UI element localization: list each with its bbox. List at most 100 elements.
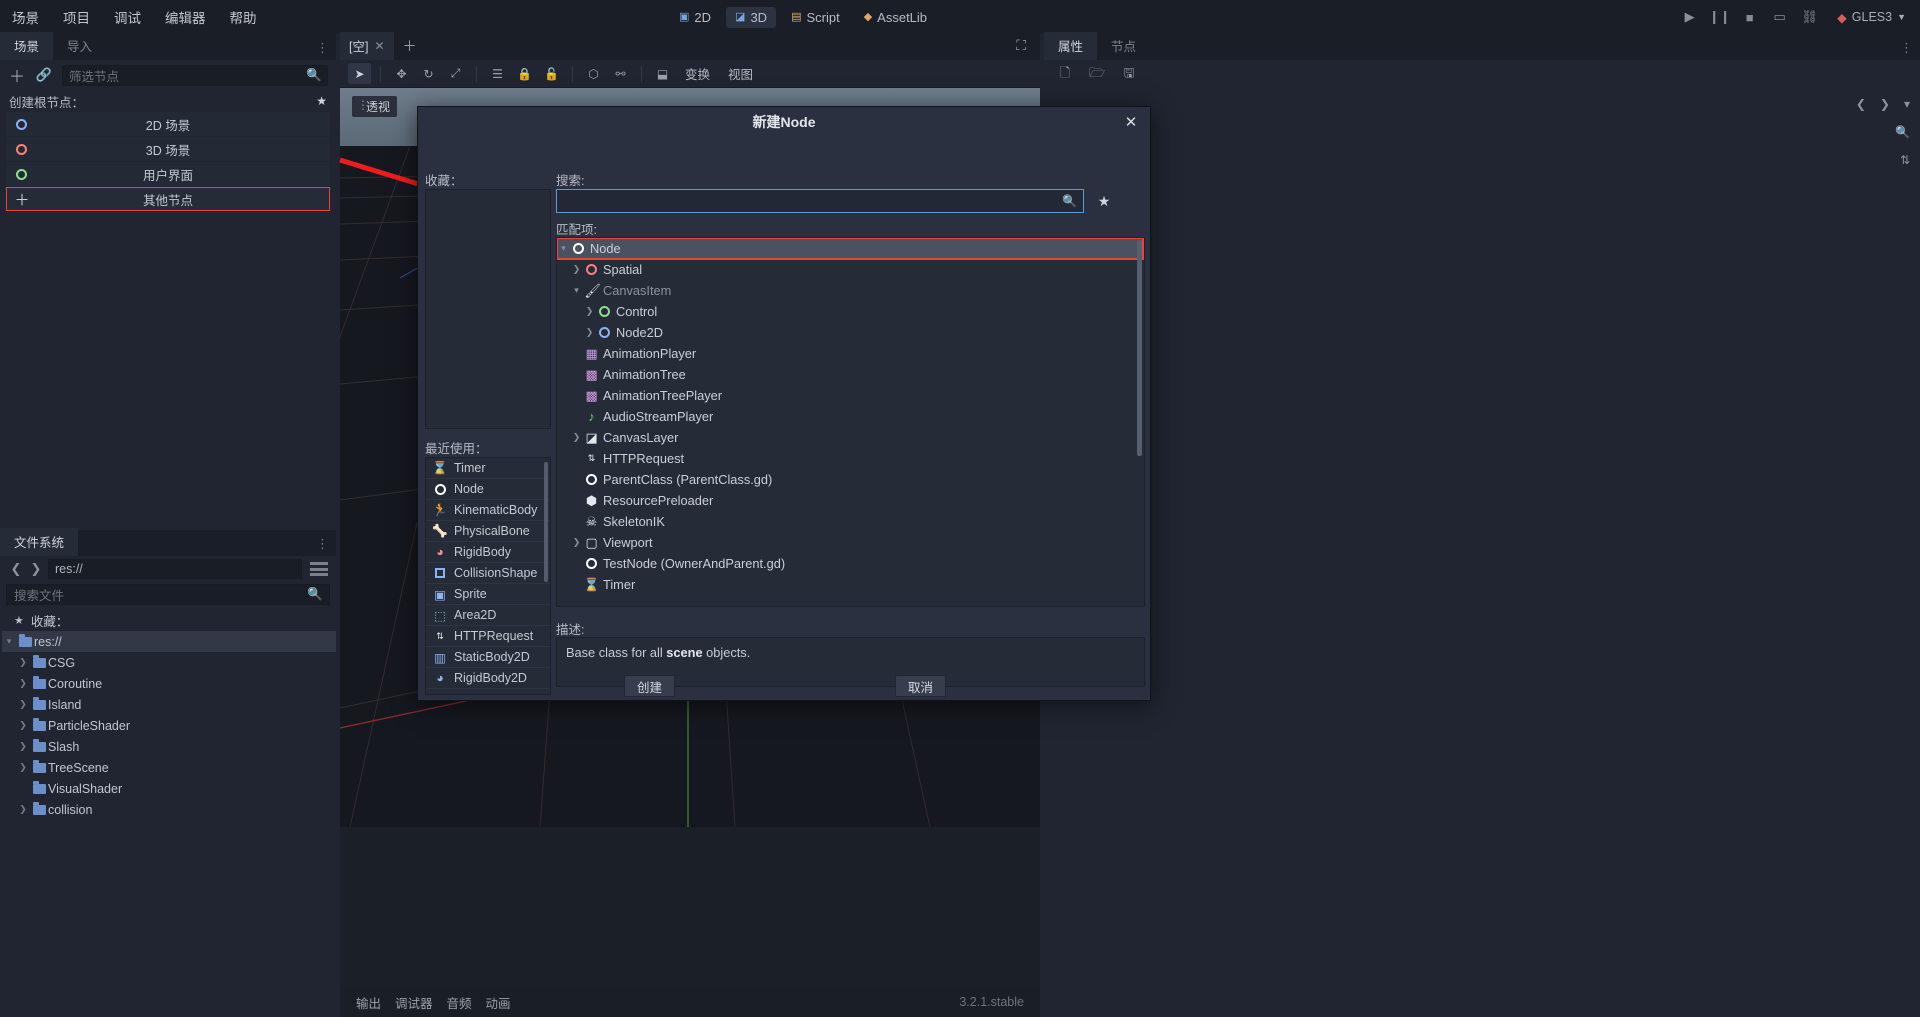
root-option-user-interface[interactable]: 用户界面 [6,162,330,186]
match-row-httprequest[interactable]: ⇅ HTTPRequest [557,448,1144,469]
plus-icon[interactable]: ＋ [8,66,26,86]
menu-help[interactable]: 帮助 [218,3,269,31]
match-row-parentclass[interactable]: ParentClass (ParentClass.gd) [557,469,1144,490]
snap-icon[interactable]: ⬓ [651,63,674,84]
create-button[interactable]: 创建 [623,675,675,697]
filter-nodes-input[interactable]: 筛选节点 🔍 [62,64,328,86]
link-icon[interactable]: 🔗 [35,66,53,84]
filesystem-row-collision[interactable]: ❯ collision [2,799,336,820]
chevron-right-icon[interactable]: ❯ [583,327,596,338]
match-row-timer[interactable]: ⌛ Timer [557,574,1144,595]
close-icon[interactable]: ✕ [1122,113,1140,131]
mode-script-button[interactable]: ▤ Script [782,7,849,28]
chevron-right-icon[interactable]: ❯ [16,741,30,752]
chevron-right-icon[interactable]: ❯ [570,537,583,548]
perspective-label[interactable]: 透视 [352,96,398,117]
lock-icon[interactable]: 🔒 [513,63,536,84]
list-icon[interactable]: ☰ [486,63,509,84]
renderer-selector[interactable]: ◆ GLES3 ▼ [1831,8,1912,27]
chevron-right-icon[interactable]: ❯ [1880,97,1890,111]
scene-tab-empty[interactable]: [空] ✕ [340,32,394,60]
filesystem-search-input[interactable]: 搜索文件 🔍 [6,584,330,605]
ungroup-icon[interactable]: ⚯ [609,63,632,84]
filesystem-row-csg[interactable]: ❯ CSG [2,652,336,673]
filesystem-row-coroutine[interactable]: ❯ Coroutine [2,673,336,694]
menu-project[interactable]: 项目 [51,3,102,31]
filesystem-row-particleshader[interactable]: ❯ ParticleShader [2,715,336,736]
search-input-wrapper[interactable]: 🔍 [556,189,1084,213]
group-icon[interactable]: ⬡ [582,63,605,84]
recent-item-httprequest[interactable]: ⇅ HTTPRequest [426,626,550,647]
recent-item-rigidbody[interactable]: ◕ RigidBody [426,542,550,563]
filesystem-dock-menu-icon[interactable]: ⋮ [316,536,330,552]
menu-editor[interactable]: 编辑器 [153,3,218,31]
history-icon[interactable]: ▾ [1904,97,1910,111]
recent-item-node[interactable]: Node [426,479,550,500]
chevron-down-icon[interactable]: ▾ [557,243,570,254]
match-row-testnode[interactable]: TestNode (OwnerAndParent.gd) [557,553,1144,574]
inspector-dock-menu-icon[interactable]: ⋮ [1900,40,1914,56]
chevron-down-icon[interactable]: ▾ [2,636,16,647]
link-icon[interactable]: ⛓ [1801,9,1818,26]
menu-scene[interactable]: 场景 [0,3,51,31]
chevron-right-icon[interactable]: ❯ [570,264,583,275]
chevron-right-icon[interactable]: ❯ [570,432,583,443]
mode-3d-button[interactable]: ◪ 3D [726,6,777,28]
star-icon[interactable]: ★ [316,94,327,108]
recent-item-area2d[interactable]: ⬚ Area2D [426,605,550,626]
match-row-control[interactable]: ❯ Control [557,301,1144,322]
back-icon[interactable]: ❮ [8,561,24,577]
tab-node[interactable]: 节点 [1097,32,1150,60]
scene-dock-menu-icon[interactable]: ⋮ [316,40,330,56]
chevron-right-icon[interactable]: ❯ [16,657,30,668]
root-option-2d-scene[interactable]: 2D 场景 [6,112,330,136]
close-icon[interactable]: ✕ [374,39,384,53]
filesystem-row-treescene[interactable]: ❯ TreeScene [2,757,336,778]
split-mode-icon[interactable] [310,562,328,576]
unlock-icon[interactable]: 🔓 [540,63,563,84]
match-row-spatial[interactable]: ❯ Spatial [557,259,1144,280]
open-folder-icon[interactable]: 🗁 [1088,65,1106,84]
match-row-canvasitem[interactable]: ▾ 🖌 CanvasItem [557,280,1144,301]
root-option-3d-scene[interactable]: 3D 场景 [6,137,330,161]
movie-icon[interactable]: ▭ [1771,9,1788,26]
sort-icon[interactable]: ⇅ [1900,153,1910,167]
star-icon[interactable]: ★ [1092,193,1116,210]
mode-2d-button[interactable]: ▣ 2D [670,7,720,28]
tab-filesystem[interactable]: 文件系统 [0,528,79,556]
filesystem-path[interactable]: res:// [48,559,302,579]
menu-debug[interactable]: 调试 [102,3,153,31]
recent-item-kinematicbody[interactable]: 🏃 KinematicBody [426,500,550,521]
add-scene-tab-button[interactable]: ＋ [394,32,426,60]
match-row-node[interactable]: ▾ Node [557,238,1144,260]
tab-output[interactable]: 输出 [356,993,381,1012]
matches-tree[interactable]: ▾ Node ❯ Spatial ▾ 🖌 CanvasItem ❯ Contro… [556,237,1145,607]
cancel-button[interactable]: 取消 [895,675,947,697]
recent-item-staticbody2d[interactable]: ▥ StaticBody2D [426,647,550,668]
recent-item-sprite[interactable]: ▣ Sprite [426,584,550,605]
match-row-animationplayer[interactable]: ▦ AnimationPlayer [557,343,1144,364]
match-row-viewport[interactable]: ❯ ▢ Viewport [557,532,1144,553]
recent-list-scrollbar[interactable] [544,462,548,582]
tab-animation[interactable]: 动画 [486,993,511,1012]
favorites-list[interactable] [425,189,551,429]
recent-item-timer[interactable]: ⌛ Timer [426,458,550,479]
recent-item-physicalbone[interactable]: 🦴 PhysicalBone [426,521,550,542]
stop-icon[interactable]: ■ [1741,9,1758,26]
move-icon[interactable]: ✥ [390,63,413,84]
tab-debugger[interactable]: 调试器 [395,993,433,1012]
chevron-left-icon[interactable]: ❮ [1856,97,1866,111]
filesystem-row-visualshader[interactable]: VisualShader [2,778,336,799]
chevron-right-icon[interactable]: ❯ [16,720,30,731]
match-row-canvaslayer[interactable]: ❯ ◪ CanvasLayer [557,427,1144,448]
tab-properties[interactable]: 属性 [1044,32,1098,60]
tab-audio[interactable]: 音频 [447,993,472,1012]
chevron-right-icon[interactable]: ❯ [16,804,30,815]
matches-scrollbar[interactable] [1137,240,1142,456]
filesystem-row-slash[interactable]: ❯ Slash [2,736,336,757]
rotate-icon[interactable]: ↻ [417,63,440,84]
filesystem-row-res[interactable]: ▾ res:// [2,631,336,652]
chevron-right-icon[interactable]: ❯ [16,762,30,773]
tab-import[interactable]: 导入 [53,32,106,60]
recent-list[interactable]: ⌛ Timer Node 🏃 KinematicBody 🦴 PhysicalB… [425,457,551,695]
